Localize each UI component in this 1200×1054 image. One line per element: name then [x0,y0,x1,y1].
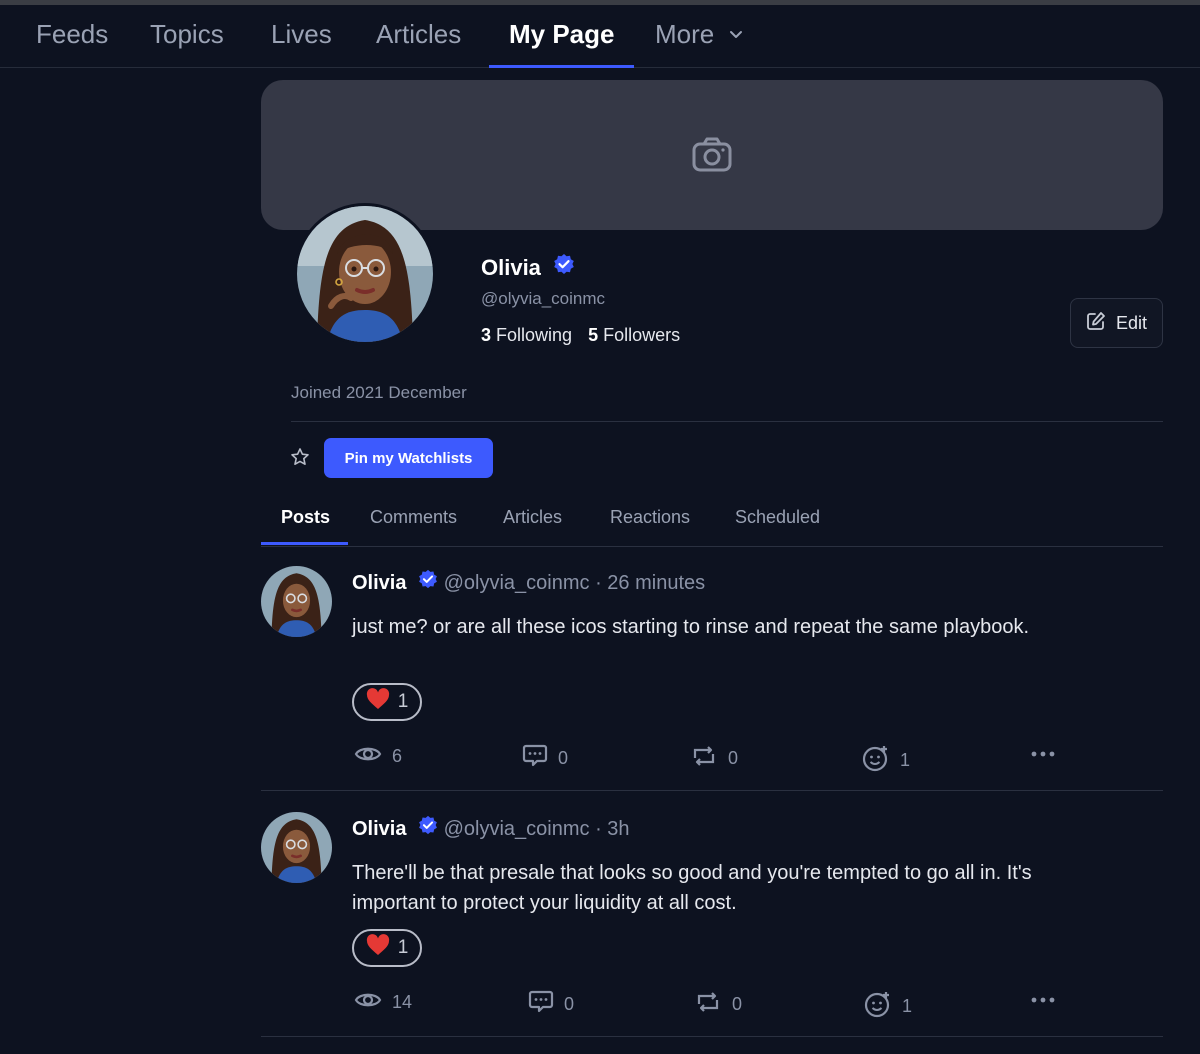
views-stat[interactable]: 6 [354,744,402,769]
comments-count: 0 [564,994,575,1014]
avatar[interactable] [294,203,436,345]
verified-badge-icon [553,253,575,281]
post-header: Olivia @olyvia_coinmc · 26 minutes [352,569,706,595]
more-horizontal-icon [1030,990,1056,1015]
post-avatar[interactable] [261,566,332,637]
camera-icon[interactable] [692,137,732,178]
tab-articles[interactable]: Articles [503,496,562,544]
chevron-down-icon [727,5,745,63]
views-count: 14 [392,992,413,1012]
pin-watchlists-button[interactable]: Pin my Watchlists [324,438,493,478]
profile-name-row: Olivia [481,253,575,281]
post-author-handle[interactable]: @olyvia_coinmc [444,572,590,594]
more-options-button[interactable] [1030,990,1056,1015]
following-link[interactable]: 3 Following [481,325,572,345]
nav-more[interactable]: More [655,5,745,68]
react-button[interactable]: 1 [862,744,910,777]
add-reaction-icon [864,990,892,1023]
nav-more-label: More [655,19,715,49]
post-author-handle[interactable]: @olyvia_coinmc [444,818,590,840]
comment-button[interactable]: 0 [528,990,574,1019]
repost-button[interactable]: 0 [690,744,738,773]
reaction-chip[interactable]: 1 [352,683,422,721]
tab-reactions[interactable]: Reactions [610,496,690,544]
nav-articles[interactable]: Articles [376,5,461,68]
views-count: 6 [392,746,403,766]
more-options-button[interactable] [1030,744,1056,769]
eye-icon [354,744,382,769]
reaction-count: 1 [397,937,409,958]
star-icon[interactable] [290,447,310,472]
post-divider [261,1036,1163,1037]
repost-icon [690,744,718,773]
comment-icon [528,990,554,1019]
tab-posts[interactable]: Posts [281,496,330,544]
nav-lives[interactable]: Lives [271,5,332,68]
post-time: · 26 minutes [595,572,706,594]
edit-icon [1086,311,1106,336]
profile-name: Olivia [481,255,541,280]
comments-count: 0 [558,748,569,768]
verified-badge-icon [418,815,438,841]
post-author-name[interactable]: Olivia [352,818,406,840]
views-stat[interactable]: 14 [354,990,412,1015]
add-reaction-icon [862,744,890,777]
nav-feeds[interactable]: Feeds [36,5,108,68]
repost-icon [694,990,722,1019]
post-divider [261,790,1163,791]
tab-active-indicator [261,542,348,545]
profile-stats: 3 Following 5 Followers [481,325,680,346]
reacts-count: 1 [900,750,911,770]
eye-icon [354,990,382,1015]
post-text: just me? or are all these icos starting … [352,616,1030,638]
followers-label: Followers [603,325,681,345]
profile-tabs: Posts Comments Articles Reactions Schedu… [261,496,1163,547]
post-header: Olivia @olyvia_coinmc · 3h [352,815,630,841]
top-nav: Feeds Topics Lives Articles My Page More [0,5,1200,68]
verified-badge-icon [418,569,438,595]
followers-link[interactable]: 5 Followers [588,325,680,345]
profile-handle: @olyvia_coinmc [481,289,606,308]
reaction-chip[interactable]: 1 [352,929,422,967]
following-count: 3 [481,325,492,345]
post-time: · 3h [595,818,630,840]
reaction-count: 1 [397,691,409,712]
edit-profile-button[interactable]: Edit [1070,298,1163,348]
nav-active-indicator [489,65,634,68]
joined-date: Joined 2021 December [291,383,467,402]
edit-label: Edit [1115,312,1148,333]
reacts-count: 1 [902,996,913,1016]
tab-scheduled[interactable]: Scheduled [735,496,820,544]
post-text: There'll be that presale that looks so g… [352,862,1032,914]
react-button[interactable]: 1 [864,990,912,1023]
nav-topics[interactable]: Topics [150,5,224,68]
heart-icon [366,934,390,962]
comment-button[interactable]: 0 [522,744,568,773]
post-avatar[interactable] [261,812,332,883]
post-author-name[interactable]: Olivia [352,572,406,594]
reposts-count: 0 [732,994,743,1014]
more-horizontal-icon [1030,744,1056,769]
nav-my-page[interactable]: My Page [509,5,615,68]
followers-count: 5 [588,325,599,345]
reposts-count: 0 [728,748,739,768]
tab-comments[interactable]: Comments [370,496,457,544]
comment-icon [522,744,548,773]
repost-button[interactable]: 0 [694,990,742,1019]
profile-divider [291,421,1163,422]
heart-icon [366,688,390,716]
following-label: Following [496,325,573,345]
